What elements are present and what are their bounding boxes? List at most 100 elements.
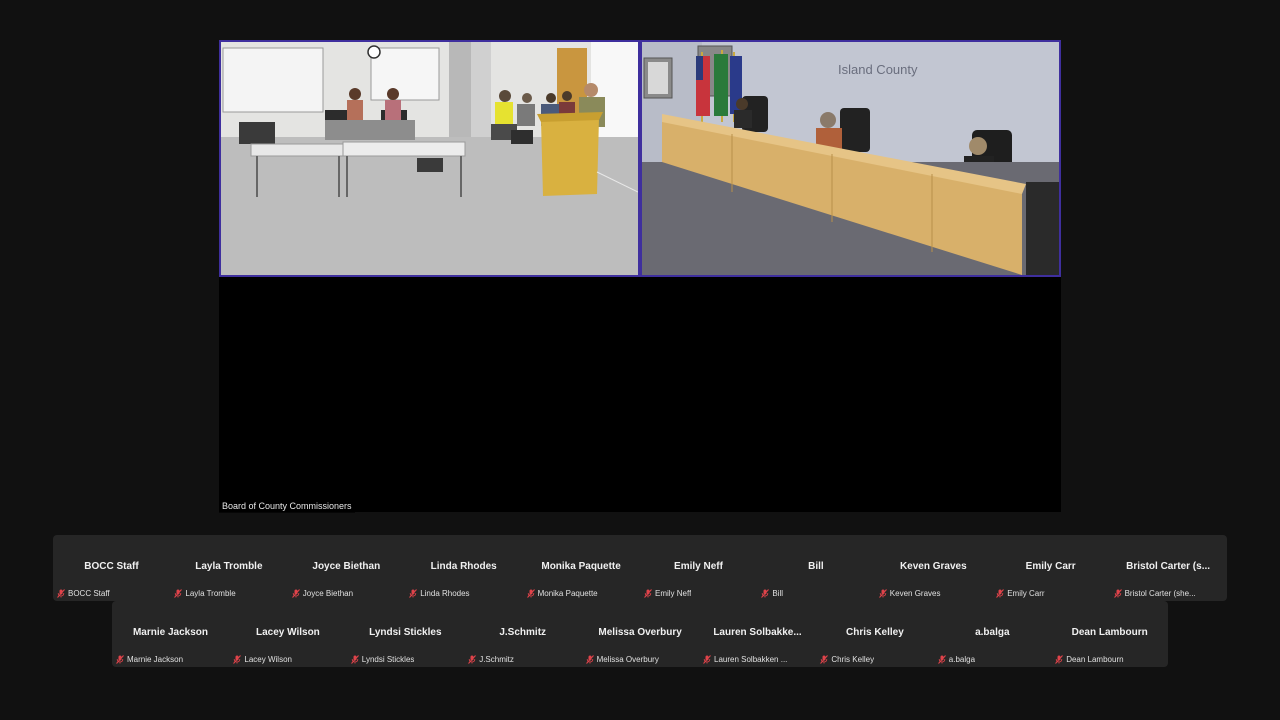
participant-label: Keven Graves xyxy=(889,588,941,598)
participant-tile[interactable]: Joyce Biethan Joyce Biethan xyxy=(288,535,405,601)
participant-label: Lacey Wilson xyxy=(244,654,292,664)
participant-label: Joyce Biethan xyxy=(302,588,354,598)
participant-footer: Bristol Carter (she... xyxy=(1113,587,1224,599)
participant-label: Dean Lambourn xyxy=(1066,654,1124,664)
participant-footer: Emily Carr xyxy=(996,587,1106,599)
participant-name: Melissa Overbury xyxy=(598,627,682,638)
participant-tile[interactable]: Marnie Jackson Marnie Jackson xyxy=(112,601,229,667)
muted-mic-icon xyxy=(937,654,946,664)
participant-name: Bill xyxy=(808,561,824,572)
participant-tile[interactable]: Lauren Solbakke... Lauren Solbakken ... xyxy=(699,601,816,667)
participant-tile[interactable]: Linda Rhodes Linda Rhodes xyxy=(405,535,522,601)
participant-name: Lacey Wilson xyxy=(255,627,320,638)
participant-footer: BOCC Staff xyxy=(57,587,167,599)
room-sign-text: Island County xyxy=(838,62,918,77)
participant-name: Linda Rhodes xyxy=(430,561,497,572)
participant-tile[interactable]: Layla Tromble Layla Tromble xyxy=(170,535,287,601)
participant-footer: Melissa Overbury xyxy=(585,653,696,665)
dais-scene: Island County xyxy=(642,42,1059,275)
participant-name: Emily Carr xyxy=(1025,561,1076,572)
participant-label: J.Schmitz xyxy=(479,654,514,664)
participant-name: Joyce Biethan xyxy=(312,561,381,572)
video-feed-empty xyxy=(640,277,1061,512)
participant-tile[interactable]: Bristol Carter (s... Bristol Carter (she.… xyxy=(1110,535,1227,601)
muted-mic-icon xyxy=(644,588,652,598)
participant-tile[interactable]: Dean Lambourn Dean Lambourn xyxy=(1051,601,1168,667)
video-feed-commissioners-dais[interactable]: Island County xyxy=(640,40,1061,277)
participant-tile[interactable]: Lacey Wilson Lacey Wilson xyxy=(229,601,346,667)
muted-mic-icon xyxy=(585,654,594,664)
participant-label: Bill xyxy=(772,588,784,598)
muted-mic-icon xyxy=(409,588,418,598)
participant-name: J.Schmitz xyxy=(499,627,547,638)
participant-name: Bristol Carter (s... xyxy=(1126,561,1211,572)
participant-footer: Layla Tromble xyxy=(174,587,284,599)
participant-name: Lyndsi Stickles xyxy=(369,627,442,638)
participant-footer: J.Schmitz xyxy=(468,653,578,665)
participant-strip-bottom: Marnie Jackson Marnie Jackson Lacey Wilson… xyxy=(112,601,1168,667)
participant-label: Layla Tromble xyxy=(185,588,236,598)
participant-footer: Lyndsi Stickles xyxy=(350,653,461,665)
participant-name: a.balga xyxy=(975,627,1010,638)
video-feed-empty xyxy=(219,277,640,512)
meeting-window: Island County Board of County Commission… xyxy=(0,0,1280,720)
muted-mic-icon xyxy=(174,588,183,598)
participant-name: BOCC Staff xyxy=(84,561,139,572)
participant-label: Linda Rhodes xyxy=(420,588,470,598)
muted-mic-icon xyxy=(1055,654,1064,664)
muted-mic-icon xyxy=(57,588,65,598)
muted-mic-icon xyxy=(996,588,1005,598)
participant-name: Layla Tromble xyxy=(195,561,263,572)
participant-name: Dean Lambourn xyxy=(1071,627,1148,638)
muted-mic-icon xyxy=(291,588,300,598)
participant-footer: Joyce Biethan xyxy=(291,587,402,599)
participant-label: a.balga xyxy=(948,654,976,664)
muted-mic-icon xyxy=(703,654,711,664)
participant-strip-top: BOCC Staff BOCC Staff Layla Tromble Layla T… xyxy=(53,535,1227,601)
participant-tile[interactable]: J.Schmitz J.Schmitz xyxy=(464,601,581,667)
participant-footer: Lauren Solbakken ... xyxy=(703,653,813,665)
participant-label: Chris Kelley xyxy=(831,654,875,664)
participant-footer: Bill xyxy=(761,587,871,599)
muted-mic-icon xyxy=(526,588,535,598)
participant-tile[interactable]: Emily Carr Emily Carr xyxy=(992,535,1109,601)
participant-tile[interactable]: BOCC Staff BOCC Staff xyxy=(53,535,170,601)
participant-footer: Chris Kelley xyxy=(820,653,930,665)
meeting-room-scene xyxy=(221,42,638,275)
participant-label: Monika Paquette xyxy=(537,588,598,598)
participant-tile[interactable]: Monika Paquette Monika Paquette xyxy=(523,535,640,601)
muted-mic-icon xyxy=(233,654,242,664)
participant-tile[interactable]: Emily Neff Emily Neff xyxy=(640,535,757,601)
muted-mic-icon xyxy=(820,654,829,664)
participant-name: Chris Kelley xyxy=(845,627,904,638)
video-feed-name-label: Board of County Commissioners xyxy=(219,499,355,513)
participant-footer: Lacey Wilson xyxy=(233,653,343,665)
participant-tile[interactable]: Keven Graves Keven Graves xyxy=(875,535,992,601)
muted-mic-icon xyxy=(116,654,124,664)
participant-tile[interactable]: Chris Kelley Chris Kelley xyxy=(816,601,933,667)
participant-footer: Keven Graves xyxy=(878,587,989,599)
video-feed-meeting-room[interactable] xyxy=(219,40,640,277)
participant-name: Monika Paquette xyxy=(541,561,621,572)
participant-tile[interactable]: Bill Bill xyxy=(757,535,874,601)
participant-tile[interactable]: a.balga a.balga xyxy=(934,601,1051,667)
participant-label: Lauren Solbakken ... xyxy=(714,654,788,664)
participant-name: Keven Graves xyxy=(899,561,967,572)
participant-label: Emily Carr xyxy=(1007,588,1045,598)
muted-mic-icon xyxy=(878,588,887,598)
participant-label: Lyndsi Stickles xyxy=(361,654,415,664)
participant-footer: a.balga xyxy=(937,653,1048,665)
participant-label: Bristol Carter (she... xyxy=(1124,588,1196,598)
muted-mic-icon xyxy=(761,588,770,598)
participant-name: Marnie Jackson xyxy=(132,627,209,638)
participant-footer: Linda Rhodes xyxy=(409,587,519,599)
video-grid: Island County xyxy=(219,40,1061,512)
muted-mic-icon xyxy=(350,654,359,664)
participant-footer: Emily Neff xyxy=(644,587,754,599)
participant-tile[interactable]: Lyndsi Stickles Lyndsi Stickles xyxy=(347,601,464,667)
participant-label: BOCC Staff xyxy=(68,588,110,598)
participant-name: Lauren Solbakke... xyxy=(713,627,802,638)
participant-footer: Dean Lambourn xyxy=(1055,653,1165,665)
participant-label: Emily Neff xyxy=(655,588,692,598)
participant-tile[interactable]: Melissa Overbury Melissa Overbury xyxy=(582,601,699,667)
